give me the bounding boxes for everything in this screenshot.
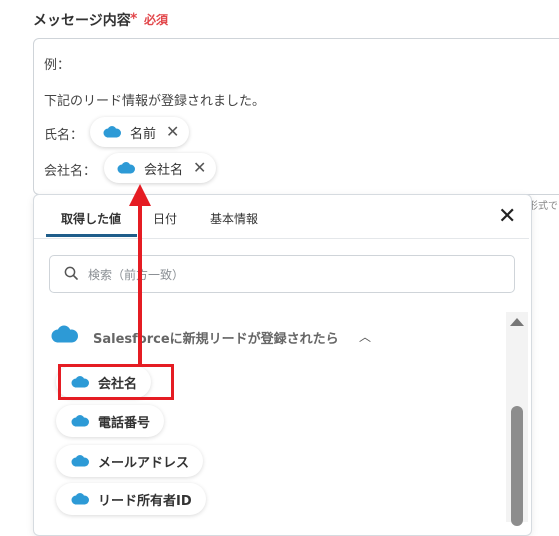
salesforce-cloud-icon [71, 415, 89, 427]
scroll-up-arrow-icon[interactable] [510, 318, 524, 326]
list-item-email[interactable]: メールアドレス [56, 445, 204, 477]
message-field-label: メッセージ内容 [33, 13, 131, 29]
list-item-owner-id[interactable]: リード所有者ID [56, 483, 206, 515]
tab-divider [34, 238, 529, 239]
variable-chip-company[interactable]: 会社名 ✕ [104, 153, 217, 183]
salesforce-cloud-icon [71, 455, 89, 467]
remove-icon[interactable]: ✕ [193, 160, 206, 176]
company-label: 会社名： [44, 164, 97, 179]
list-item-phone[interactable]: 電話番号 [56, 405, 165, 437]
close-panel-icon[interactable]: ✕ [498, 206, 516, 228]
tab-basic-info[interactable]: 基本情報 [210, 210, 258, 227]
list-item-label: 電話番号 [98, 415, 151, 431]
list-item-label: リード所有者ID [98, 493, 192, 509]
name-label: 氏名： [44, 128, 84, 143]
search-input[interactable] [86, 265, 510, 285]
annotation-arrow [138, 204, 142, 366]
message-line-example: 例： [44, 58, 71, 73]
search-box[interactable] [49, 255, 515, 293]
group-title[interactable]: Salesforceに新規リードが登録されたら [93, 328, 339, 347]
format-hint-text: 形式で [528, 201, 558, 212]
required-text: 必須 [144, 13, 169, 27]
scrollbar-thumb[interactable] [511, 406, 523, 526]
list-item-label: メールアドレス [98, 455, 190, 471]
active-tab-indicator [46, 234, 137, 237]
annotation-arrow-head [129, 184, 151, 206]
required-star: * [130, 11, 138, 27]
chevron-up-icon[interactable]: ︿ [359, 328, 371, 345]
variable-chip-name[interactable]: 名前 ✕ [90, 117, 190, 147]
tab-acquired-values[interactable]: 取得した値 [61, 210, 121, 227]
salesforce-cloud-icon [71, 493, 89, 505]
salesforce-logo-icon [51, 325, 78, 343]
tab-date[interactable]: 日付 [153, 210, 177, 227]
remove-icon[interactable]: ✕ [166, 124, 179, 140]
chip-label: 会社名 [144, 162, 184, 178]
search-icon [64, 266, 78, 280]
annotation-highlight-box [58, 364, 174, 400]
chip-label: 名前 [130, 126, 157, 142]
salesforce-cloud-icon [103, 126, 121, 138]
message-line-intro: 下記のリード情報が登録されました。 [44, 94, 266, 109]
salesforce-cloud-icon [117, 162, 135, 174]
